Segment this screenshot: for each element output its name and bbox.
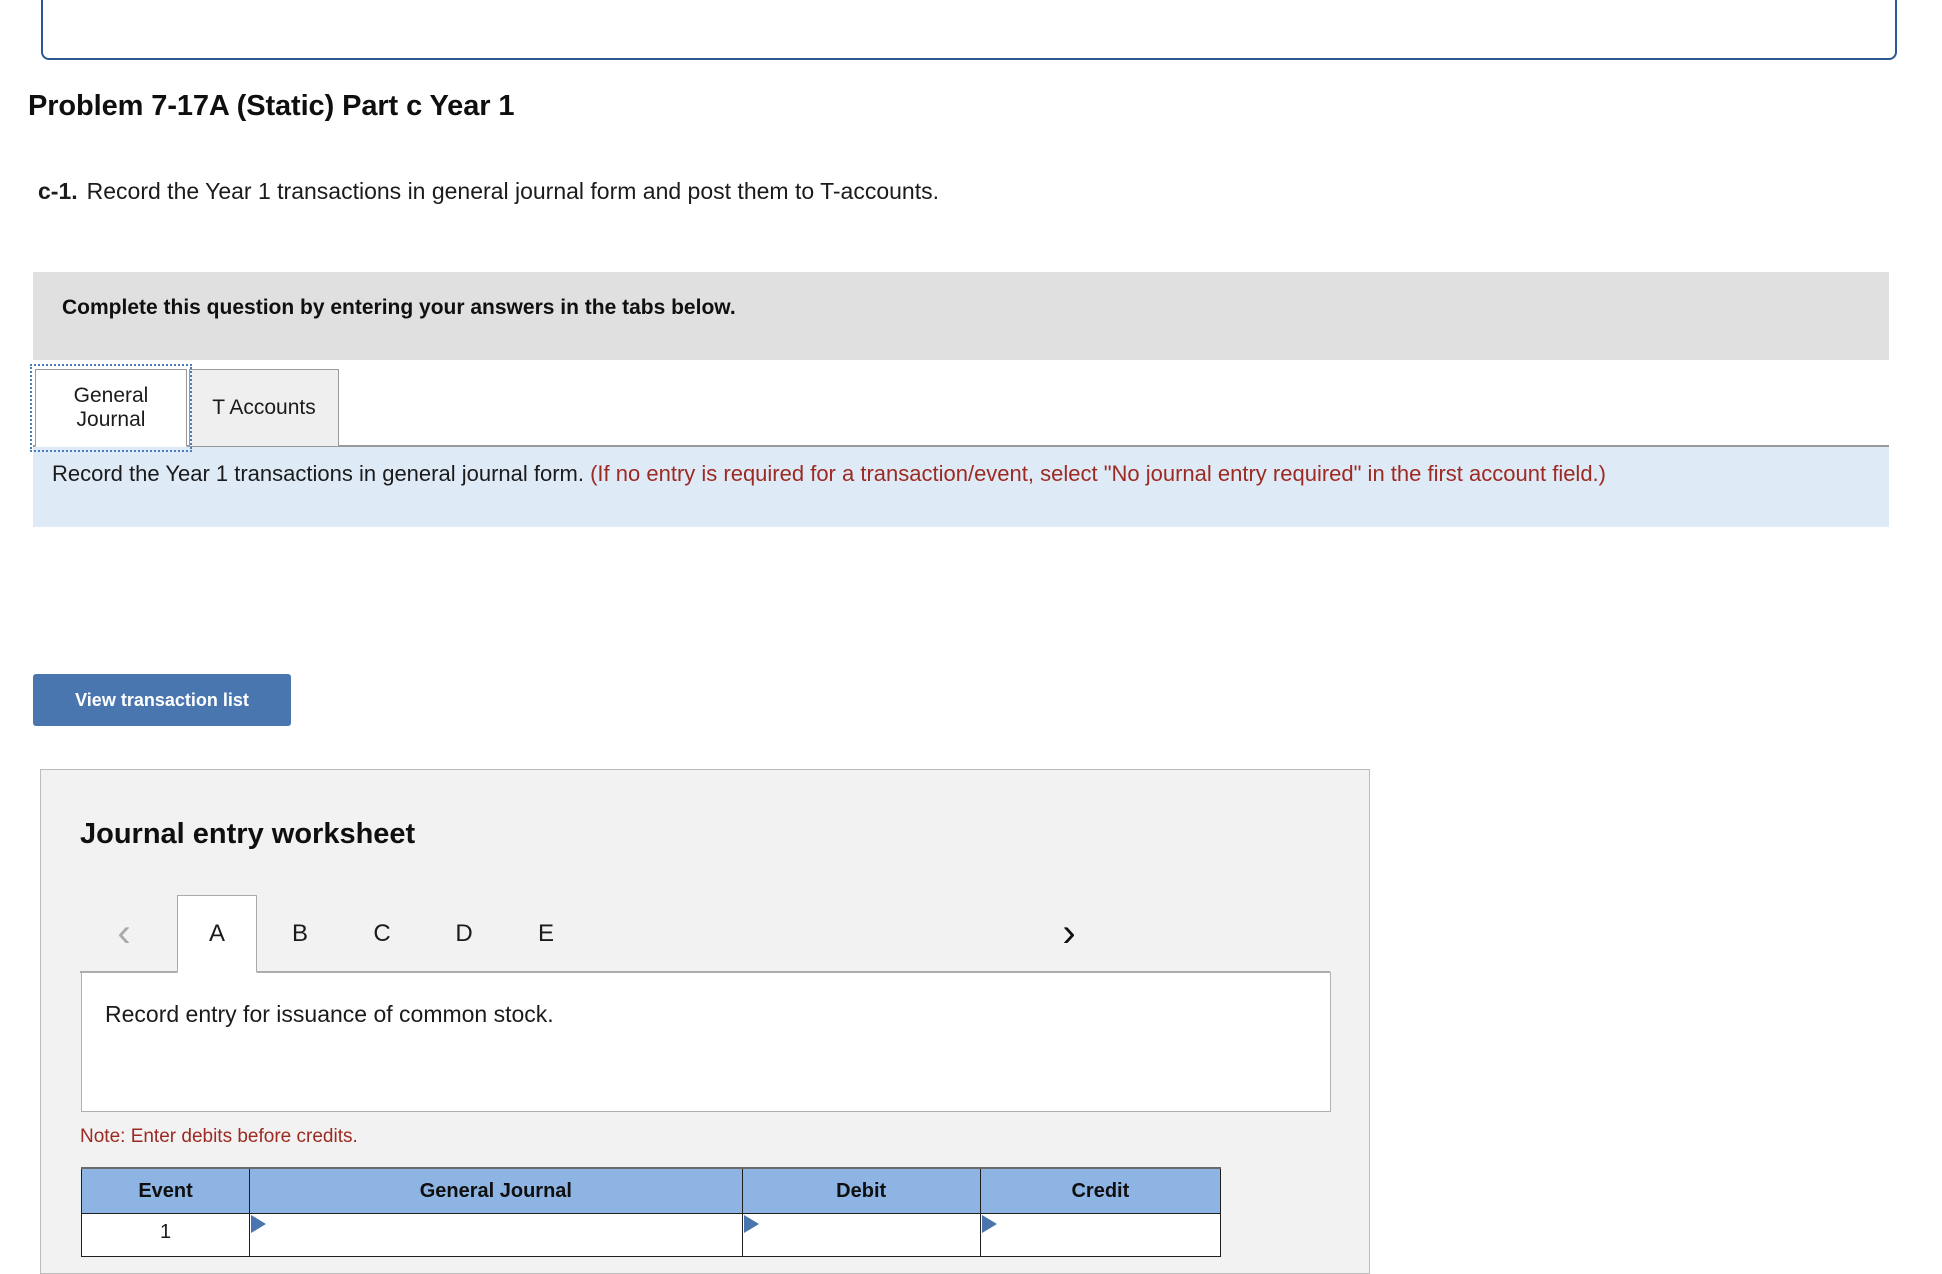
cell-general-journal-select[interactable] [249, 1213, 743, 1257]
worksheet-description-box: Record entry for issuance of common stoc… [81, 972, 1331, 1112]
complete-question-text: Complete this question by entering your … [62, 296, 736, 319]
tab-general-journal-label: General Journal [73, 384, 149, 431]
complete-question-bar: Complete this question by entering your … [33, 272, 1889, 360]
column-header-debit: Debit [741, 1167, 981, 1214]
requirement-line: c-1. Record the Year 1 transactions in ge… [38, 178, 939, 205]
column-header-credit: Credit [979, 1167, 1222, 1214]
tab-t-accounts-label: T Accounts [212, 396, 316, 420]
instruction-banner: Record the Year 1 transactions in genera… [33, 447, 1889, 527]
cell-credit-input[interactable] [979, 1213, 1222, 1257]
column-header-event: Event [80, 1167, 251, 1214]
requirement-text: Record the Year 1 transactions in genera… [86, 178, 939, 204]
worksheet-description-text: Record entry for issuance of common stoc… [105, 1001, 554, 1027]
journal-entry-worksheet-panel: Journal entry worksheet ‹ A B C D E › Re… [40, 769, 1370, 1274]
worksheet-subtab-e[interactable]: E [505, 895, 587, 973]
table-row: 1 [80, 1213, 1222, 1257]
cell-event: 1 [80, 1213, 251, 1257]
worksheet-subtab-strip: ‹ A B C D E › [41, 895, 1369, 973]
worksheet-subtab-d[interactable]: D [423, 895, 505, 973]
instruction-black-text: Record the Year 1 transactions in genera… [52, 461, 584, 486]
worksheet-subtab-a[interactable]: A [177, 895, 257, 973]
requirement-label: c-1. [38, 178, 78, 204]
chevron-left-icon[interactable]: ‹ [101, 909, 147, 957]
worksheet-subtab-b[interactable]: B [259, 895, 341, 973]
tab-strip: General Journal T Accounts [30, 364, 1889, 452]
debits-before-credits-note: Note: Enter debits before credits. [80, 1126, 358, 1147]
instruction-banner-text: Record the Year 1 transactions in genera… [52, 461, 1862, 487]
worksheet-title: Journal entry worksheet [80, 818, 416, 850]
tab-t-accounts[interactable]: T Accounts [189, 369, 339, 447]
chevron-right-icon[interactable]: › [1046, 909, 1092, 957]
instruction-red-text: (If no entry is required for a transacti… [590, 461, 1606, 486]
event-number: 1 [160, 1221, 172, 1243]
cell-debit-input[interactable] [741, 1213, 981, 1257]
worksheet-subtab-c[interactable]: C [341, 895, 423, 973]
page-title: Problem 7-17A (Static) Part c Year 1 [28, 90, 515, 122]
top-panel-remnant [41, 0, 1897, 60]
table-header-row: Event General Journal Debit Credit [80, 1167, 1222, 1214]
view-transaction-list-button[interactable]: View transaction list [33, 674, 291, 726]
journal-entry-table: Event General Journal Debit Credit 1 [80, 1167, 1222, 1257]
tab-general-journal[interactable]: General Journal [30, 364, 192, 452]
column-header-general-journal: General Journal [249, 1167, 743, 1214]
